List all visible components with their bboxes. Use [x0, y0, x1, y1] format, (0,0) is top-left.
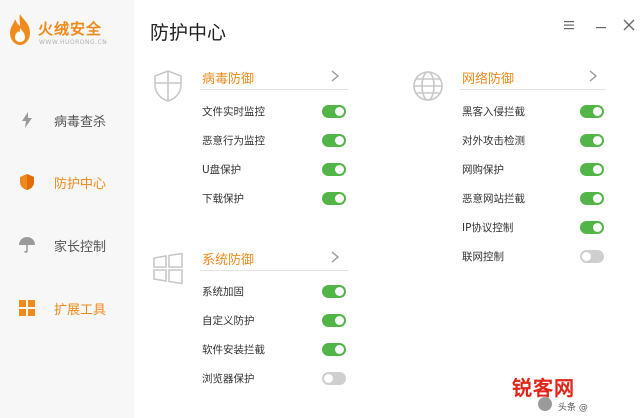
setting-row: 网购保护 [460, 159, 606, 181]
chevron-right-icon [589, 70, 598, 82]
flame-logo-icon [10, 14, 30, 45]
setting-label: 恶意行为监控 [202, 135, 265, 147]
setting-label: 自定义防护 [202, 315, 255, 327]
chevron-right-icon [331, 70, 340, 82]
setting-row: U盘保护 [200, 159, 348, 181]
file-monitor-toggle[interactable] [322, 105, 346, 118]
usb-protection-toggle[interactable] [322, 163, 346, 176]
browser-protection-toggle[interactable] [322, 372, 346, 385]
sidebar-item-virus-scan[interactable]: 病毒查杀 [0, 100, 134, 140]
behavior-monitor-toggle[interactable] [322, 134, 346, 147]
minimize-icon[interactable] [594, 18, 608, 32]
install-intercept-toggle[interactable] [322, 343, 346, 356]
watermark-sub: 头条 @ [558, 403, 588, 413]
setting-label: IP协议控制 [462, 222, 514, 234]
app-subtitle: WWW.HUORONG.CN [39, 39, 108, 46]
system-hardening-toggle[interactable] [322, 285, 346, 298]
setting-label: 软件安装拦截 [202, 344, 265, 356]
section-title: 网络防御 [462, 72, 515, 87]
sidebar-item-parental-control[interactable]: 家长控制 [0, 225, 134, 265]
setting-row: 黑客入侵拦截 [460, 101, 606, 123]
section-title: 病毒防御 [202, 72, 255, 87]
download-protection-toggle[interactable] [322, 192, 346, 205]
chevron-right-icon [331, 251, 340, 263]
setting-label: 网购保护 [462, 164, 504, 176]
ip-protocol-toggle[interactable] [580, 221, 604, 234]
shopping-protection-toggle[interactable] [580, 163, 604, 176]
section-virus-defense-header[interactable]: 病毒防御 [200, 66, 348, 90]
hacker-intrusion-toggle[interactable] [580, 105, 604, 118]
windows-icon [153, 252, 183, 285]
section-title: 系统防御 [202, 253, 255, 268]
sidebar-item-label: 防护中心 [54, 177, 107, 192]
setting-label: 黑客入侵拦截 [462, 106, 525, 118]
umbrella-icon [19, 237, 35, 253]
lightning-icon [22, 112, 32, 128]
sidebar-item-label: 病毒查杀 [54, 115, 107, 130]
page-title: 防护中心 [150, 22, 227, 44]
setting-row: 恶意网站拦截 [460, 188, 606, 210]
setting-label: 浏览器保护 [202, 373, 255, 385]
close-icon[interactable] [622, 18, 636, 32]
setting-row: 软件安装拦截 [200, 339, 348, 361]
section-system-defense-header[interactable]: 系统防御 [200, 247, 348, 271]
setting-row: 恶意行为监控 [200, 130, 348, 152]
setting-row: 对外攻击检测 [460, 130, 606, 152]
setting-row: 浏览器保护 [200, 368, 348, 390]
menu-icon[interactable] [562, 18, 576, 32]
setting-row: 自定义防护 [200, 310, 348, 332]
network-control-toggle[interactable] [580, 250, 604, 263]
shield-outline-icon [154, 70, 182, 102]
setting-label: U盘保护 [202, 164, 242, 176]
shield-icon [20, 174, 34, 190]
setting-label: 系统加固 [202, 286, 244, 298]
custom-protection-toggle[interactable] [322, 314, 346, 327]
setting-row: 文件实时监控 [200, 101, 348, 123]
app-name: 火绒安全 [38, 20, 103, 38]
setting-row: 联网控制 [460, 246, 606, 268]
setting-row: 系统加固 [200, 281, 348, 303]
setting-label: 对外攻击检测 [462, 135, 525, 147]
setting-label: 联网控制 [462, 251, 504, 263]
outbound-attack-toggle[interactable] [580, 134, 604, 147]
grid-icon [19, 300, 35, 316]
section-network-defense-header[interactable]: 网络防御 [460, 66, 606, 90]
setting-row: 下载保护 [200, 188, 348, 210]
setting-label: 文件实时监控 [202, 106, 265, 118]
watermark-avatar-icon [538, 397, 552, 411]
malicious-site-toggle[interactable] [580, 192, 604, 205]
setting-label: 下载保护 [202, 193, 244, 205]
sidebar: 火绒安全 WWW.HUORONG.CN 病毒查杀 防护中心 家长控制 扩展工具 [0, 0, 134, 418]
setting-label: 恶意网站拦截 [462, 193, 525, 205]
globe-icon [413, 71, 443, 101]
sidebar-item-extension-tools[interactable]: 扩展工具 [0, 288, 134, 328]
sidebar-item-label: 扩展工具 [54, 303, 107, 318]
app-logo: 火绒安全 WWW.HUORONG.CN [6, 12, 130, 52]
sidebar-item-label: 家长控制 [54, 240, 107, 255]
setting-row: IP协议控制 [460, 217, 606, 239]
sidebar-item-protection-center[interactable]: 防护中心 [0, 162, 134, 202]
